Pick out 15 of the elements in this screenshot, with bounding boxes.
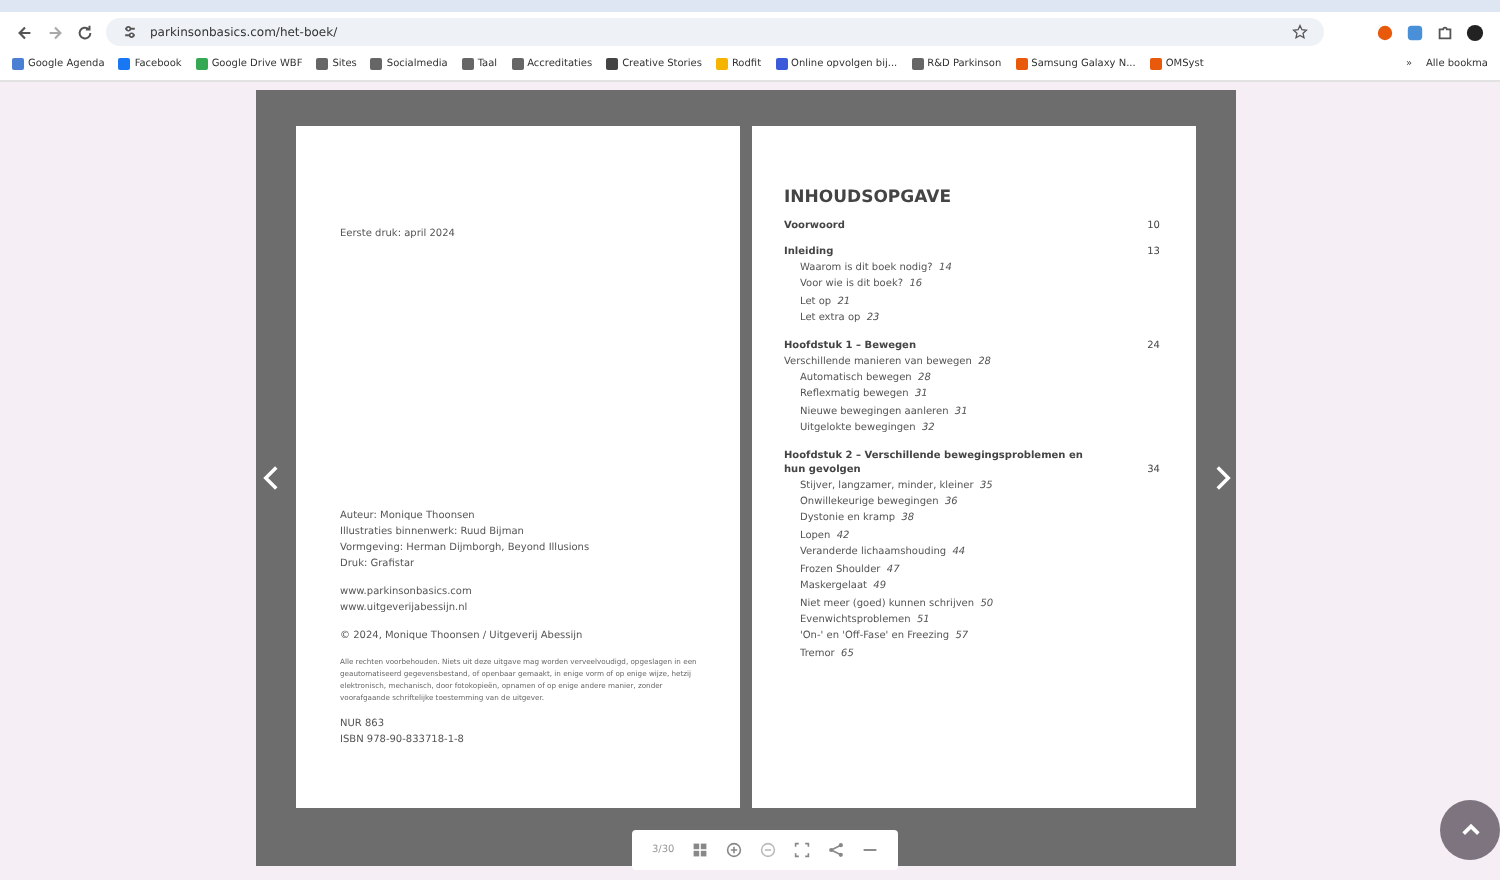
reload-icon[interactable] <box>76 23 94 41</box>
chevron-right-icon <box>1213 464 1231 492</box>
grid-icon[interactable] <box>692 842 709 858</box>
site-info-icon[interactable] <box>122 24 138 40</box>
share-icon[interactable] <box>828 842 845 858</box>
scroll-to-top-button[interactable] <box>1440 800 1500 860</box>
star-icon[interactable] <box>1292 24 1308 40</box>
fullscreen-icon[interactable] <box>794 842 811 858</box>
chevron-up-icon <box>1459 822 1481 838</box>
forward-icon[interactable] <box>46 23 64 41</box>
profile-avatar-icon[interactable] <box>1466 23 1484 41</box>
back-icon[interactable] <box>16 23 34 41</box>
zoom-in-icon[interactable] <box>726 842 743 858</box>
toc-heading: INHOUDSOPGAVE <box>784 188 954 208</box>
chevron-left-icon <box>261 464 279 492</box>
